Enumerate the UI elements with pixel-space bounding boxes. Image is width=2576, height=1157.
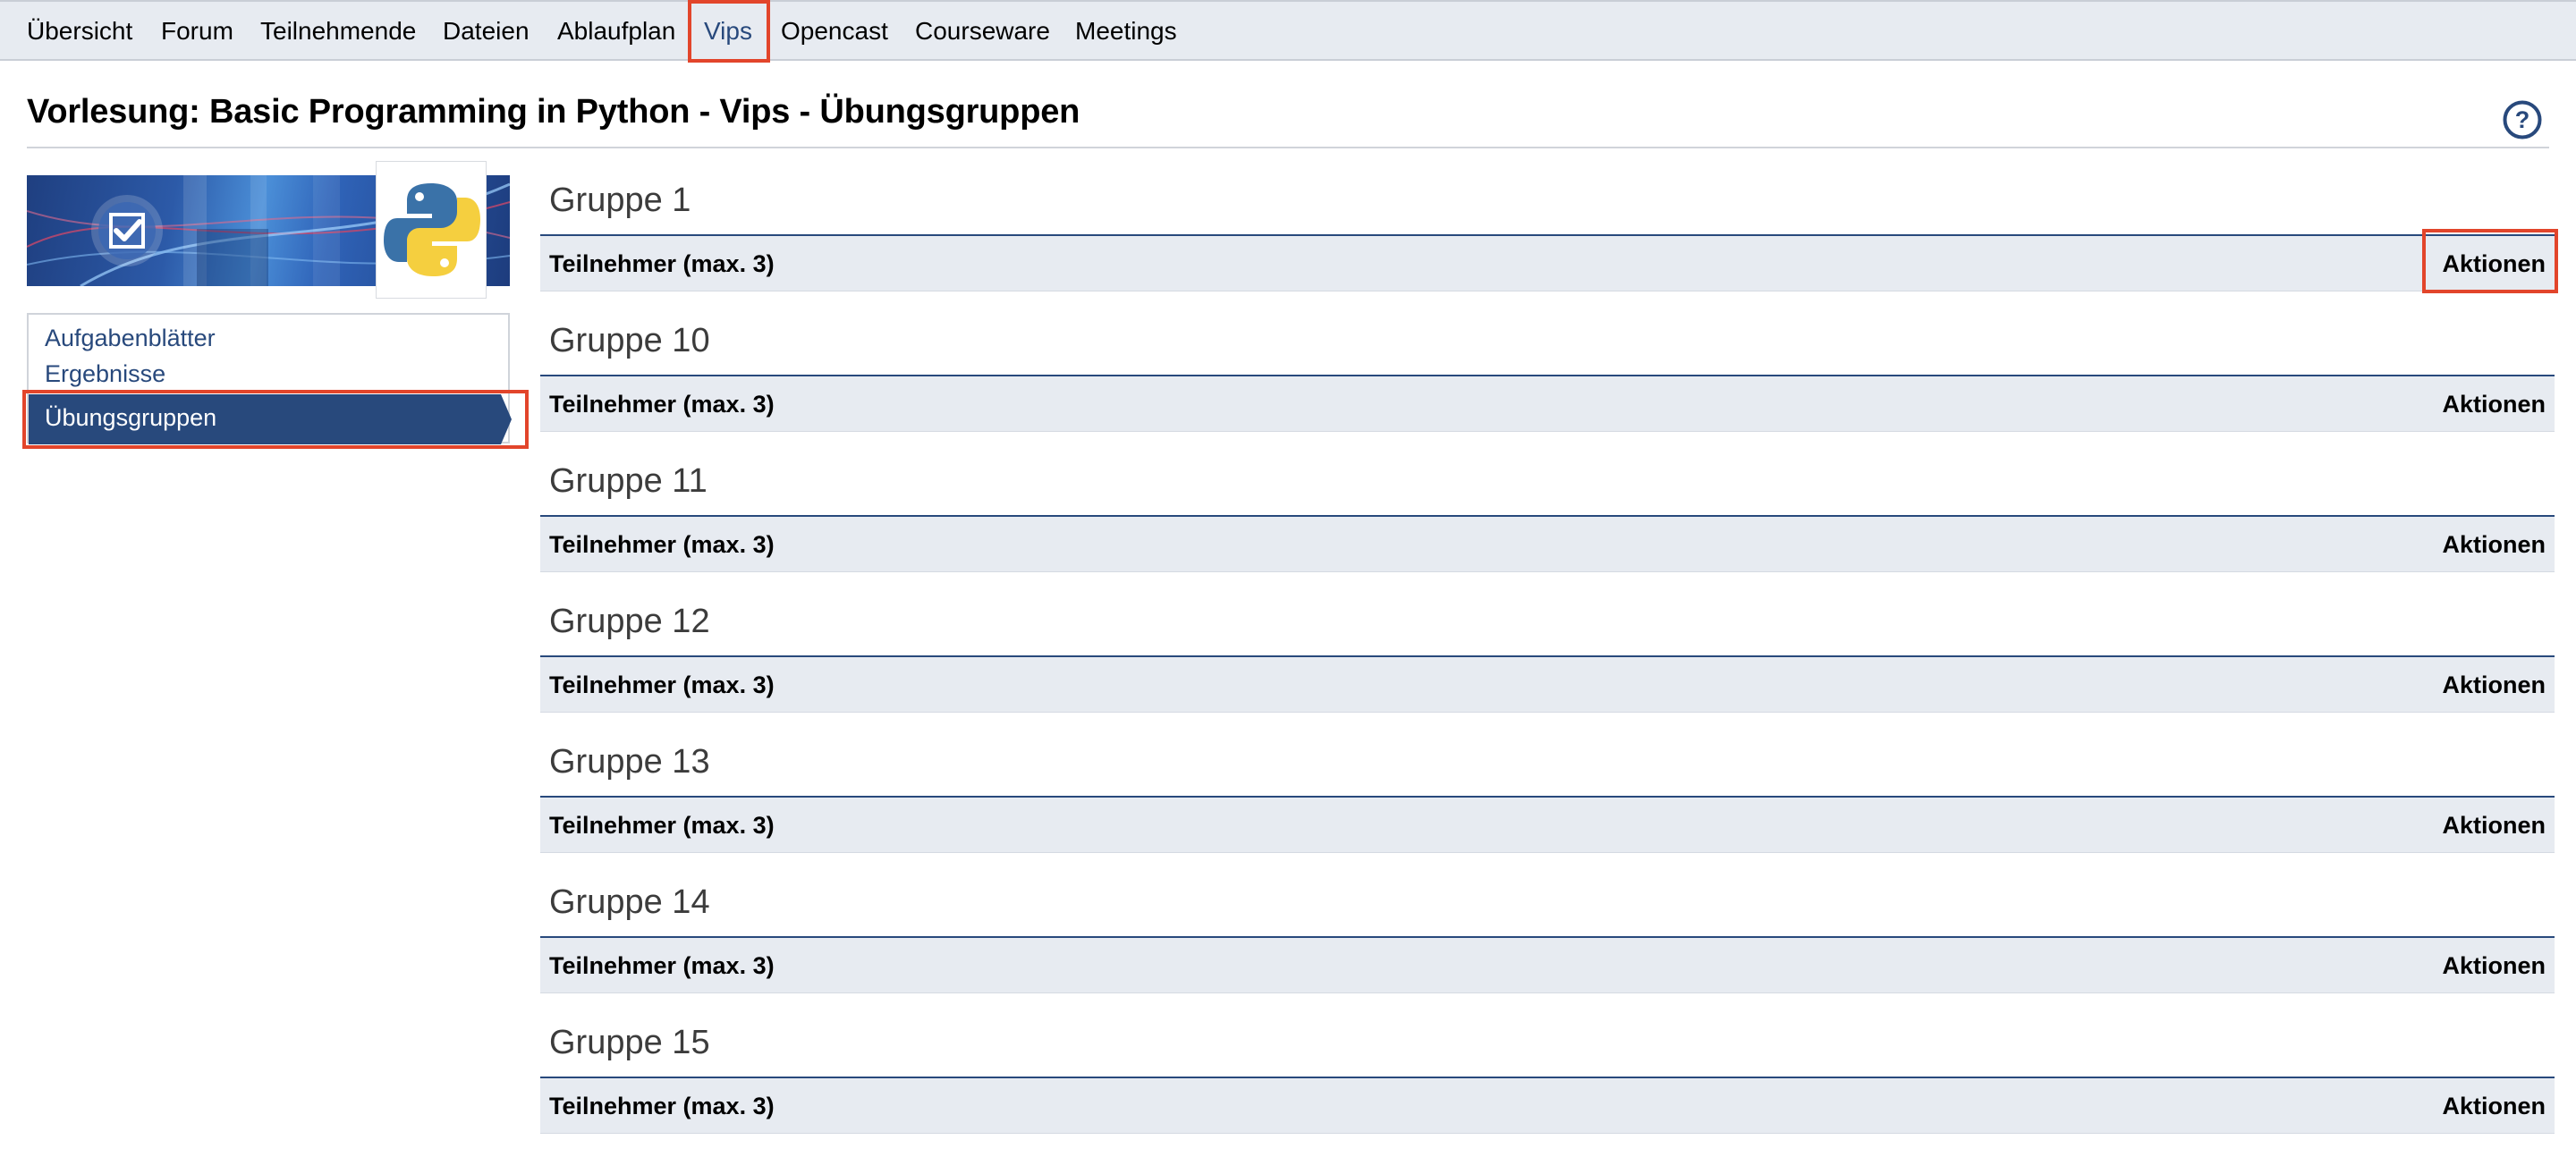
checkbox-icon [91,195,163,266]
actions-column-header: Aktionen [2442,952,2546,979]
tab-ablaufplan[interactable]: Ablaufplan [557,2,675,61]
group-table-header: Teilnehmer (max. 3) Aktionen [540,234,2555,291]
participants-column-header: Teilnehmer (max. 3) [549,952,775,979]
tab-meetings[interactable]: Meetings [1075,2,1177,61]
group-table-header: Teilnehmer (max. 3) Aktionen [540,936,2555,993]
participants-column-header: Teilnehmer (max. 3) [549,531,775,558]
group-table-header: Teilnehmer (max. 3) Aktionen [540,796,2555,853]
group-title: Gruppe 15 [549,1024,710,1061]
tab-vips[interactable]: Vips [704,2,752,61]
tab-teilnehmende[interactable]: Teilnehmende [260,2,416,61]
tab-uebersicht[interactable]: Übersicht [27,2,132,61]
tab-opencast[interactable]: Opencast [781,2,888,61]
tab-dateien[interactable]: Dateien [443,2,530,61]
participants-column-header: Teilnehmer (max. 3) [549,671,775,698]
group-table-header: Teilnehmer (max. 3) Aktionen [540,1077,2555,1134]
tab-courseware[interactable]: Courseware [915,2,1050,61]
participants-column-header: Teilnehmer (max. 3) [549,391,775,418]
group-title: Gruppe 1 [549,182,691,219]
group-title: Gruppe 11 [549,462,708,500]
group-title: Gruppe 13 [549,743,710,781]
actions-column-header: Aktionen [2442,531,2546,558]
participants-column-header: Teilnehmer (max. 3) [549,812,775,839]
question-circle-icon[interactable]: ? [2502,99,2543,140]
title-divider [27,147,2549,148]
python-logo-icon [384,183,480,276]
sidebar-item-ergebnisse[interactable]: Ergebnisse [45,360,165,388]
actions-column-header: Aktionen [2442,250,2546,277]
page-title: Vorlesung: Basic Programming in Python -… [27,93,1080,131]
actions-column-header: Aktionen [2442,1093,2546,1119]
sidebar-item-uebungsgruppen-label: Übungsgruppen [45,404,217,431]
svg-text:?: ? [2515,106,2530,133]
tab-forum[interactable]: Forum [161,2,233,61]
group-title: Gruppe 10 [549,322,710,359]
group-table-header: Teilnehmer (max. 3) Aktionen [540,515,2555,572]
actions-column-header: Aktionen [2442,391,2546,418]
group-table-header: Teilnehmer (max. 3) Aktionen [540,375,2555,432]
group-table-header: Teilnehmer (max. 3) Aktionen [540,655,2555,713]
actions-column-header: Aktionen [2442,812,2546,839]
group-title: Gruppe 12 [549,603,710,640]
actions-column-header: Aktionen [2442,671,2546,698]
group-title: Gruppe 14 [549,883,710,921]
sidebar-item-aufgabenblaetter[interactable]: Aufgabenblätter [45,325,216,352]
participants-column-header: Teilnehmer (max. 3) [549,1093,775,1119]
course-navigation: Übersicht Forum Teilnehmende Dateien Abl… [0,0,2576,61]
participants-column-header: Teilnehmer (max. 3) [549,250,775,277]
course-logo [376,161,487,299]
